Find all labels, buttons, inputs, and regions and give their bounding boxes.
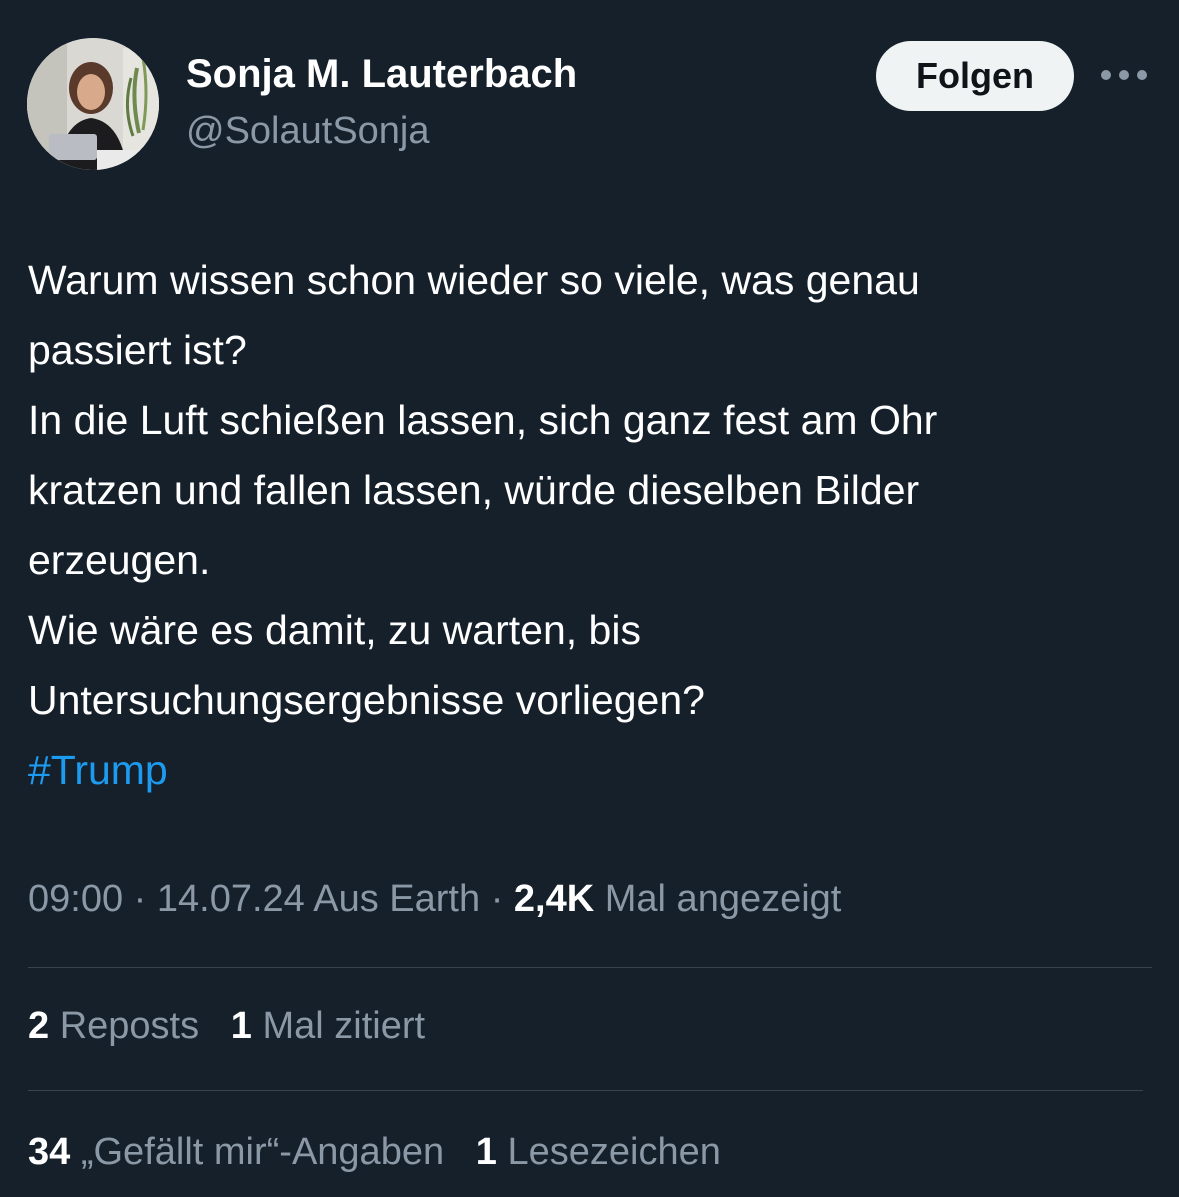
tweet-text-line: passiert ist?: [28, 327, 247, 373]
likes-label: „Gefällt mir“-Angaben: [80, 1131, 445, 1173]
likes-count: 34: [28, 1131, 71, 1173]
likes-stat[interactable]: 34 „Gefällt mir“-Angaben: [28, 1131, 444, 1173]
bookmarks-label: Lesezeichen: [507, 1131, 721, 1173]
author-display-name[interactable]: Sonja M. Lauterbach: [186, 52, 577, 97]
tweet-date[interactable]: 14.07.24: [157, 878, 305, 920]
tweet-text-line: erzeugen.: [28, 537, 211, 583]
quotes-label: Mal zitiert: [262, 1005, 426, 1047]
avatar-photo: [27, 38, 159, 170]
avatar[interactable]: [27, 38, 159, 170]
tweet-source: Aus Earth: [313, 878, 481, 920]
quotes-stat[interactable]: 1 Mal zitiert: [231, 1005, 425, 1047]
tweet-text-line: Untersuchungsergebnisse vorliegen?: [28, 677, 705, 723]
reposts-count: 2: [28, 1005, 50, 1047]
hashtag-link[interactable]: #Trump: [28, 735, 1158, 805]
meta-separator: ·: [133, 878, 147, 920]
tweet-text-line: In die Luft schießen lassen, sich ganz f…: [28, 397, 938, 443]
views-count: 2,4K: [513, 878, 595, 920]
author-handle[interactable]: @SolautSonja: [186, 110, 430, 153]
engagement-row: 34 „Gefällt mir“-Angaben 1 Lesezeichen: [28, 1131, 721, 1174]
tweet-text-line: kratzen und fallen lassen, würde dieselb…: [28, 467, 920, 513]
tweet-text-line: Warum wissen schon wieder so viele, was …: [28, 257, 920, 303]
divider: [28, 967, 1152, 968]
meta-separator: ·: [490, 878, 504, 920]
tweet-text: Warum wissen schon wieder so viele, was …: [28, 245, 1158, 805]
tweet-text-line: Wie wäre es damit, zu warten, bis: [28, 607, 641, 653]
tweet-meta: 09:00 · 14.07.24 Aus Earth · 2,4K Mal an…: [28, 878, 841, 921]
tweet-time[interactable]: 09:00: [28, 878, 123, 920]
quotes-count: 1: [230, 1005, 252, 1047]
more-options-button[interactable]: [1098, 60, 1150, 90]
more-horizontal-icon: [1101, 70, 1147, 80]
reposts-label: Reposts: [59, 1005, 200, 1047]
bookmarks-stat[interactable]: 1 Lesezeichen: [476, 1131, 721, 1173]
views-label: Mal angezeigt: [604, 878, 842, 920]
follow-button[interactable]: Folgen: [876, 41, 1074, 111]
bookmarks-count: 1: [475, 1131, 497, 1173]
engagement-row: 2 Reposts 1 Mal zitiert: [28, 1005, 425, 1048]
tweet-header: Sonja M. Lauterbach @SolautSonja Folgen: [0, 0, 1179, 180]
divider: [28, 1090, 1143, 1091]
reposts-stat[interactable]: 2 Reposts: [28, 1005, 199, 1047]
